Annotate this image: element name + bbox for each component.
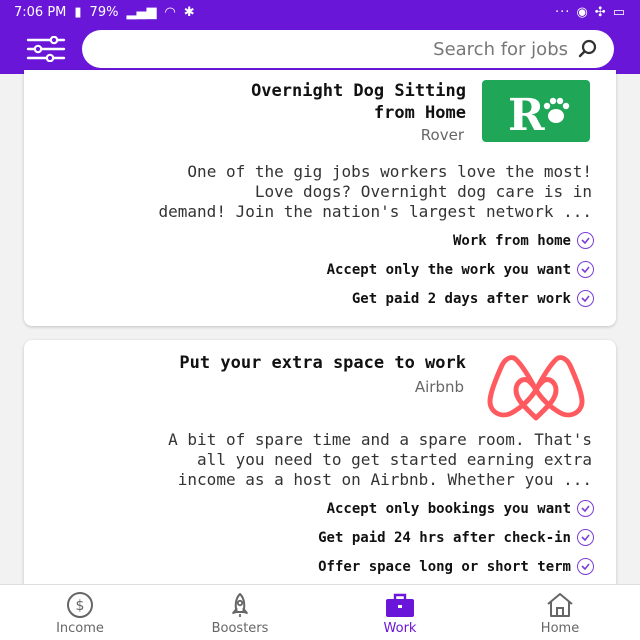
battery-icon: ▮ <box>74 4 82 20</box>
search-icon <box>578 39 597 58</box>
battery-percent: 79% <box>89 4 119 20</box>
job-description: A bit of spare time and a spare room. Th… <box>168 430 592 489</box>
time: 7:06 PM <box>14 4 67 20</box>
benefit-item: Offer space long or short term <box>318 552 594 581</box>
nav-work[interactable]: Work <box>320 585 480 640</box>
bottom-nav: $ Income Boosters Work Home <box>0 584 640 640</box>
rocket-icon <box>232 592 248 617</box>
app-header: Search for jobs <box>0 24 640 74</box>
job-card[interactable]: Overnight Dog Sitting from Home Rover R … <box>24 70 616 326</box>
job-card[interactable]: Put your extra space to work Airbnb A bi… <box>24 340 616 600</box>
dollar-circle-icon: $ <box>67 591 93 618</box>
wifi-icon: ◠ <box>164 4 176 20</box>
briefcase-icon <box>386 593 414 617</box>
check-circle-icon <box>577 500 594 517</box>
signal-icon: ▂▄▆ <box>126 4 157 20</box>
check-circle-icon <box>577 261 594 278</box>
filter-icon <box>26 35 66 63</box>
search-input[interactable]: Search for jobs <box>82 30 614 68</box>
airbnb-logo <box>482 350 590 422</box>
svg-text:R: R <box>508 90 545 136</box>
job-description: One of the gig jobs workers love the mos… <box>158 162 592 221</box>
job-title: Overnight Dog Sitting from Home <box>251 81 466 123</box>
nav-home[interactable]: Home <box>480 585 640 640</box>
bluetooth-icon: ✱ <box>183 4 195 20</box>
check-circle-icon <box>577 558 594 575</box>
filter-button[interactable] <box>26 35 66 63</box>
check-circle-icon <box>577 290 594 307</box>
benefit-item: Accept only the work you want <box>327 255 594 284</box>
home-icon <box>547 592 573 617</box>
fan-icon: ✣ <box>594 4 607 20</box>
search-placeholder: Search for jobs <box>433 38 568 60</box>
job-benefits: Work from home Accept only the work you … <box>327 226 594 313</box>
benefit-item: Get paid 24 hrs after check-in <box>318 523 594 552</box>
check-circle-icon <box>577 232 594 249</box>
benefit-item: Accept only bookings you want <box>318 494 594 523</box>
more-notifications: ··· <box>555 4 571 20</box>
job-benefits: Accept only bookings you want Get paid 2… <box>318 494 594 581</box>
benefit-item: Get paid 2 days after work <box>327 284 594 313</box>
nav-income[interactable]: $ Income <box>0 585 160 640</box>
chat-icon: ▭ <box>612 4 626 20</box>
job-company: Airbnb <box>414 378 464 396</box>
rover-logo: R <box>482 80 590 142</box>
job-company: Rover <box>420 126 464 144</box>
status-bar: 7:06 PM ▮ 79% ▂▄▆ ◠ ✱ ··· ◉ ✣ ▭ <box>0 0 640 24</box>
job-title: Put your extra space to work <box>179 353 466 373</box>
svg-text:$: $ <box>76 598 85 614</box>
benefit-item: Work from home <box>327 226 594 255</box>
check-circle-icon <box>577 529 594 546</box>
nav-boosters[interactable]: Boosters <box>160 585 320 640</box>
notification-icon: ◉ <box>576 4 589 20</box>
